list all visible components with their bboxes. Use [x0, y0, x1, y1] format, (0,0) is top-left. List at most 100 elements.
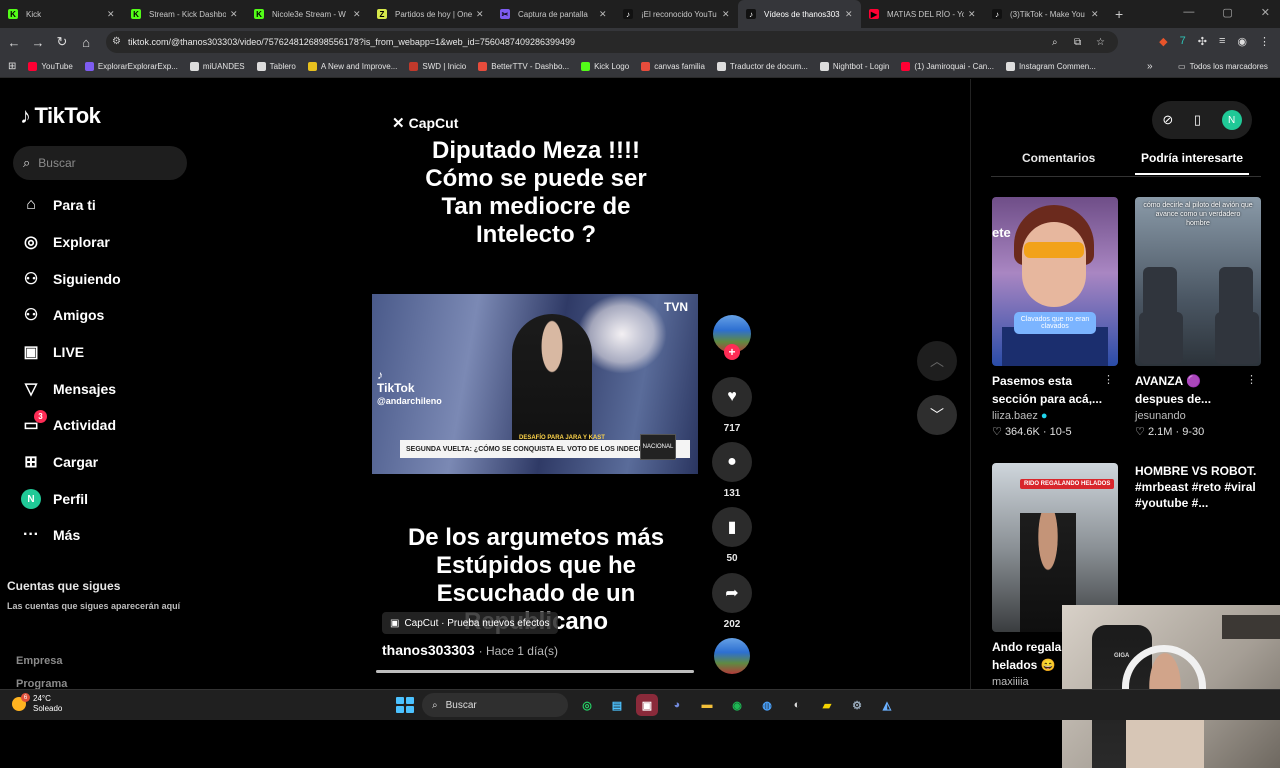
browser-tab[interactable]: K Kick ✕	[0, 0, 123, 28]
nav-perfil[interactable]: N Perfil	[20, 488, 88, 510]
extension-fox-icon[interactable]: ◆	[1159, 35, 1167, 48]
nav-explorar[interactable]: ◎ Explorar	[20, 231, 110, 253]
bookmark-star-icon[interactable]: ☆	[1096, 37, 1105, 48]
share-button[interactable]: ➦ 202	[711, 573, 753, 630]
next-video-button[interactable]: ﹀	[917, 395, 957, 435]
video-author[interactable]: thanos303303 · Hace 1 día(s)	[382, 642, 558, 658]
extensions-puzzle-icon[interactable]: ✣	[1198, 35, 1207, 48]
minimize-icon[interactable]: —	[1183, 6, 1194, 19]
bookmark-item[interactable]: ExplorarExplorarExp...	[84, 62, 178, 71]
comment-button[interactable]: ● 131	[711, 442, 753, 499]
tab-close-icon[interactable]: ✕	[476, 9, 486, 20]
zoom-icon[interactable]: ⌕	[1052, 37, 1058, 48]
bookmark-item[interactable]: miUANDES	[189, 62, 245, 71]
tab-close-icon[interactable]: ✕	[107, 9, 117, 20]
tab-close-icon[interactable]: ✕	[353, 9, 363, 20]
site-info-icon[interactable]: ⚙	[112, 36, 121, 47]
tab-close-icon[interactable]: ✕	[845, 9, 855, 20]
profile-avatar[interactable]: N	[1221, 110, 1242, 130]
bookmark-item[interactable]: Nightbot - Login	[819, 62, 889, 71]
tab-close-icon[interactable]: ✕	[599, 9, 609, 20]
suggested-video-card[interactable]: ete Clavados que no eran clavados Pasemo…	[992, 197, 1118, 438]
card-more-icon[interactable]: ⋮	[1103, 373, 1114, 386]
browser-tab[interactable]: K Stream - Kick Dashbo ✕	[123, 0, 246, 28]
obs-icon[interactable]: ◐	[786, 694, 808, 716]
bookmark-item[interactable]: A New and Improve...	[307, 62, 397, 71]
extension-7tv-icon[interactable]: 7	[1180, 35, 1186, 48]
card-more-icon[interactable]: ⋮	[1246, 373, 1257, 386]
video-player[interactable]: ✕ CapCut Diputado Meza !!!! Cómo se pued…	[372, 79, 700, 675]
notes-icon[interactable]: ▤	[606, 694, 628, 716]
card-author[interactable]: jesunando	[1135, 410, 1261, 422]
search-input[interactable]: ⌕ Buscar	[13, 146, 187, 180]
card-author[interactable]: liiza.baez ●	[992, 410, 1118, 422]
home-icon[interactable]: ⌂	[74, 35, 98, 50]
all-bookmarks[interactable]: ▭ Todos los marcadores	[1178, 62, 1268, 71]
bookmark-item[interactable]: SWD | Inicio	[409, 62, 466, 71]
nav-amigos[interactable]: ⚇ Amigos	[20, 304, 105, 326]
new-tab-button[interactable]: +	[1115, 6, 1123, 22]
nav-actividad[interactable]: ▭ 3 Actividad	[20, 410, 116, 436]
nav-mensajes[interactable]: ▽ Mensajes	[20, 378, 116, 400]
tab-podria-interesarte[interactable]: Podría interesarte	[1134, 151, 1250, 175]
app-red-icon[interactable]: ▣	[636, 694, 658, 716]
nav-cargar[interactable]: ⊞ Cargar	[20, 451, 98, 473]
discord-icon[interactable]: ◕	[666, 694, 688, 716]
tab-close-icon[interactable]: ✕	[722, 9, 732, 20]
steam-icon[interactable]: ⚙	[846, 694, 868, 716]
like-button[interactable]: ♥ 717	[711, 377, 753, 434]
tiktok-logo[interactable]: ♪ TikTok	[20, 103, 101, 129]
nav-para-ti[interactable]: ⌂ Para ti	[20, 194, 96, 216]
bookmarks-more[interactable]: »	[1147, 61, 1153, 72]
browser-tab[interactable]: ✂ Captura de pantalla ✕	[492, 0, 615, 28]
bookmark-item[interactable]: canvas familia	[641, 62, 705, 71]
author-avatar[interactable]: +	[711, 315, 753, 360]
browser-tab[interactable]: Z Partidos de hoy | One ✕	[369, 0, 492, 28]
apps-grid-icon[interactable]: ⊞	[8, 61, 16, 72]
nav-live[interactable]: ▣ LIVE	[20, 341, 84, 363]
tab-close-icon[interactable]: ✕	[1091, 9, 1101, 20]
bookmark-item[interactable]: (1) Jamiroquai - Can...	[901, 62, 994, 71]
chrome-icon[interactable]: ◍	[756, 694, 778, 716]
browser-tab[interactable]: ♪ ¡El reconocido YouTu ✕	[615, 0, 738, 28]
save-button[interactable]: ▮ 50	[711, 507, 753, 564]
capcut-effect-link[interactable]: ▣ CapCut · Prueba nuevos efectos	[382, 612, 558, 634]
browser-tab[interactable]: ♪ (3)TikTok - Make You ✕	[984, 0, 1107, 28]
suggested-video-card[interactable]: HOMBRE VS ROBOT. #mrbeast #reto #viral #…	[1135, 463, 1261, 511]
close-window-icon[interactable]: ✕	[1261, 6, 1270, 19]
profile-avatar-icon[interactable]: ◉	[1237, 35, 1247, 48]
suggested-video-card[interactable]: cómo decirle al piloto del avión que ava…	[1135, 197, 1261, 438]
bookmark-item[interactable]: YouTube	[28, 62, 73, 71]
windows-start-icon[interactable]	[394, 695, 414, 715]
reload-icon[interactable]: ↻	[50, 34, 74, 50]
tab-search-icon[interactable]: ≡	[1219, 35, 1225, 48]
bookmark-item[interactable]: BetterTTV - Dashbo...	[478, 62, 569, 71]
nav-siguiendo[interactable]: ⚇ Siguiendo	[20, 268, 121, 290]
tab-close-icon[interactable]: ✕	[230, 9, 240, 20]
previous-video-button[interactable]: ︿	[917, 341, 957, 381]
bookmark-item[interactable]: Instagram Commen...	[1005, 62, 1096, 71]
maximize-icon[interactable]: ▢	[1222, 6, 1232, 19]
tab-close-icon[interactable]: ✕	[968, 9, 978, 20]
sound-disc[interactable]	[711, 638, 753, 674]
whatsapp-icon[interactable]: ◎	[576, 694, 598, 716]
spotify-icon[interactable]: ◉	[726, 694, 748, 716]
video-progress-bar[interactable]	[376, 670, 694, 673]
bookmark-item[interactable]: Tablero	[256, 62, 296, 71]
back-icon[interactable]: ←	[2, 35, 26, 50]
forward-icon[interactable]: →	[26, 35, 50, 50]
bookmark-item[interactable]: Traductor de docum...	[716, 62, 808, 71]
menu-kebab-icon[interactable]: ⋮	[1259, 35, 1270, 48]
browser-tab[interactable]: K Nicole3e Stream - W ✕	[246, 0, 369, 28]
taskbar-search[interactable]: ⌕ Buscar	[422, 693, 568, 717]
url-field[interactable]: ⚙ tiktok.com/@thanos303303/video/7576248…	[106, 31, 1118, 53]
nav-mas[interactable]: ··· Más	[20, 524, 80, 546]
follow-plus-icon[interactable]: +	[724, 344, 740, 360]
footer-empresa-link[interactable]: Empresa	[16, 655, 62, 667]
compass-icon[interactable]: ⊘	[1162, 112, 1173, 128]
weather-widget[interactable]: 6 24°C Soleado	[12, 693, 62, 714]
bookmark-item[interactable]: Kick Logo	[581, 62, 629, 71]
device-icon[interactable]: ▯	[1194, 112, 1201, 128]
install-icon[interactable]: ⧉	[1074, 37, 1081, 48]
browser-tab[interactable]: ▶ MATIAS DEL RÍO - Yo ✕	[861, 0, 984, 28]
